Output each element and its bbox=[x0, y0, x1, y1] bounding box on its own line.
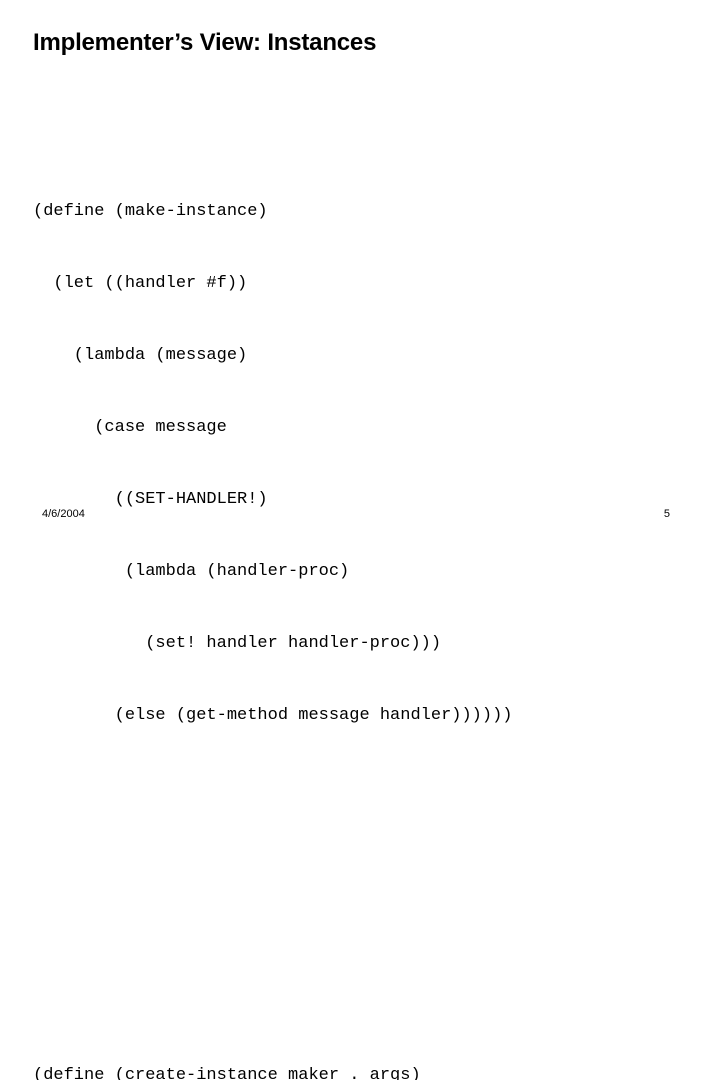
code-line: (let ((handler #f)) bbox=[33, 274, 248, 293]
slide-content-body: (define (make-instance) (let ((handler #… bbox=[33, 80, 703, 1080]
code-block-make-instance: (define (make-instance) (let ((handler #… bbox=[33, 152, 703, 776]
slide: Implementer’s View: Instances (define (m… bbox=[0, 0, 720, 1080]
code-block-spacer bbox=[33, 848, 703, 872]
code-line: (define (create-instance maker . args) bbox=[33, 1066, 421, 1080]
footer-page-number: 5 bbox=[663, 508, 670, 520]
code-block-spacer bbox=[33, 920, 703, 944]
code-line: (lambda (message) bbox=[33, 346, 248, 365]
code-block-create-instance: (define (create-instance maker . args) (… bbox=[33, 1016, 703, 1080]
code-line: (else (get-method message handler)))))) bbox=[33, 706, 513, 725]
code-line: (set! handler handler-proc))) bbox=[33, 634, 442, 653]
code-line: (case message bbox=[33, 418, 227, 437]
footer-date: 4/6/2004 bbox=[42, 508, 85, 520]
page-title: Implementer’s View: Instances bbox=[33, 29, 377, 56]
code-line: (lambda (handler-proc) bbox=[33, 562, 350, 581]
code-line: (define (make-instance) bbox=[33, 202, 268, 221]
